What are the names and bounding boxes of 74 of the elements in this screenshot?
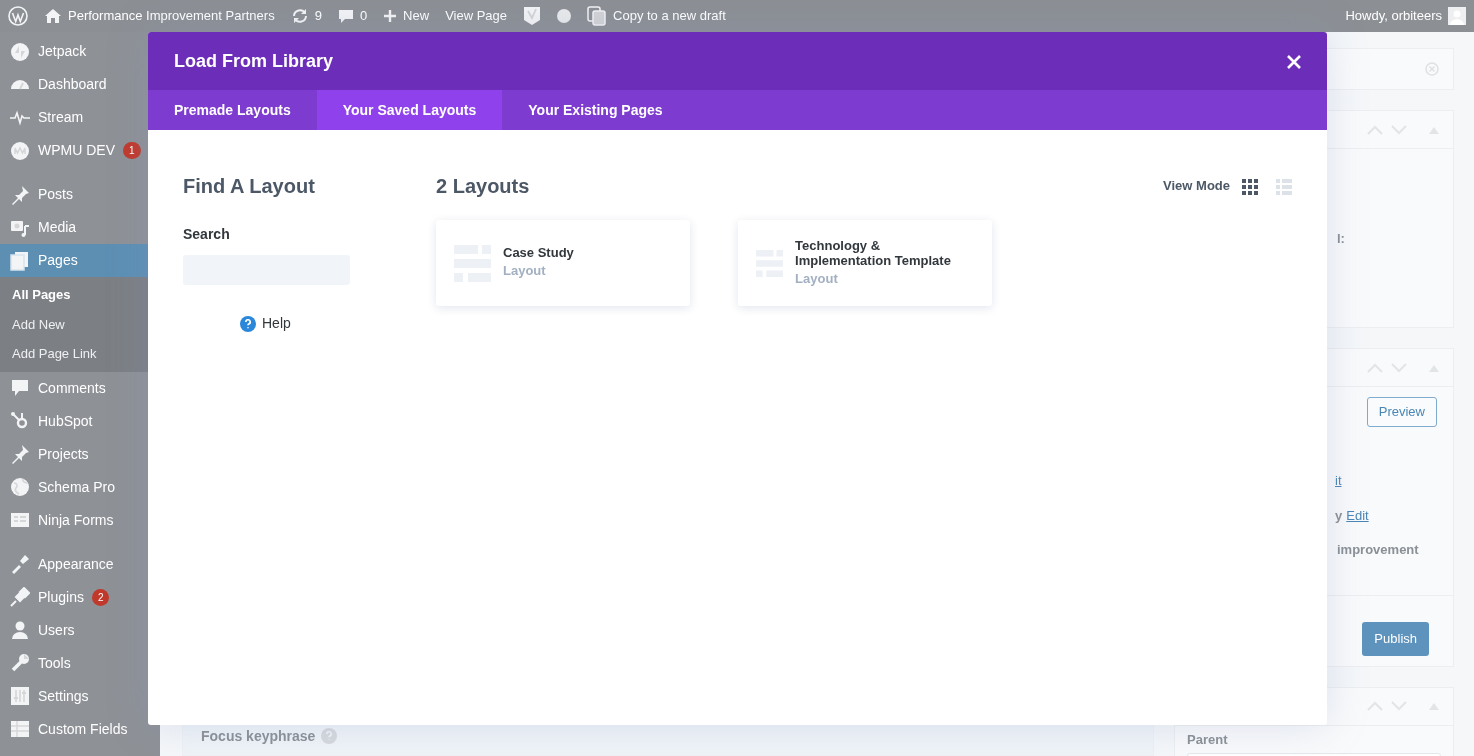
section-heading: 2 Layouts — [436, 174, 530, 198]
sliders-icon — [10, 686, 30, 706]
sidebar-item[interactable]: Tools — [0, 646, 160, 680]
account-link[interactable]: Howdy, orbiteers — [1345, 6, 1442, 26]
layout-card[interactable]: Case Study Layout — [436, 220, 690, 306]
layout-card[interactable]: Technology & Implementation Template Layout — [738, 220, 992, 306]
comments-count[interactable]: 0 — [359, 6, 368, 26]
brush-icon — [10, 554, 30, 574]
sidebar-item[interactable]: Appearance — [0, 547, 160, 581]
fragment-text: y — [1335, 507, 1343, 525]
sidebar-item[interactable]: Jetpack — [0, 35, 160, 68]
fragment-text: l: — [1337, 230, 1346, 248]
publish-button[interactable]: Publish — [1362, 622, 1429, 656]
tab[interactable]: Your Existing Pages — [502, 90, 689, 130]
layout-name: Case Study — [503, 245, 574, 262]
site-name-link[interactable]: Performance Improvement Partners — [68, 6, 275, 26]
status-dot-icon — [557, 9, 572, 23]
preview-button[interactable]: Preview — [1366, 397, 1437, 427]
edit-link[interactable]: it — [1335, 470, 1453, 490]
view-mode-label: View Mode — [1163, 177, 1230, 196]
layout-type: Layout — [795, 269, 839, 288]
edit-link[interactable]: Edit — [1346, 506, 1369, 526]
wrench-icon — [10, 653, 30, 673]
fragment-text: improvement — [1337, 540, 1420, 559]
chevron-up-icon[interactable] — [1367, 124, 1383, 135]
count-badge: 1 — [123, 142, 141, 159]
pin-icon — [10, 444, 30, 464]
user-icon — [10, 620, 30, 640]
new-link[interactable]: New — [403, 6, 430, 26]
sidebar-item[interactable]: Comments — [0, 371, 160, 405]
logo-circle-icon — [10, 140, 30, 161]
field-label: Focus keyphrase — [201, 726, 316, 746]
sidebar-item[interactable]: Schema Pro — [0, 470, 160, 504]
home-icon — [44, 8, 62, 24]
form-icon — [10, 510, 30, 530]
help-icon[interactable] — [240, 315, 256, 332]
comment-icon — [337, 8, 354, 24]
help-icon — [321, 728, 338, 744]
table-icon — [10, 719, 30, 739]
chevron-up-icon[interactable] — [1367, 362, 1383, 373]
refresh-icon — [290, 7, 309, 25]
count-badge: 2 — [91, 588, 110, 606]
sidebar-item[interactable]: Ninja Forms — [0, 503, 160, 537]
view-page-link[interactable]: View Page — [445, 6, 508, 26]
field-label: Search — [183, 225, 231, 244]
sidebar-item[interactable]: Posts — [0, 178, 160, 211]
plus-icon — [383, 9, 398, 23]
pages-icon — [10, 250, 30, 271]
sidebar-item[interactable]: Users — [0, 613, 160, 647]
section-heading: Find A Layout — [183, 174, 316, 198]
help-link[interactable]: Help — [262, 313, 291, 334]
sidebar-item[interactable]: Plugins 2 — [0, 580, 160, 614]
pin-icon — [10, 184, 30, 205]
copy-icon — [587, 6, 608, 26]
hub-icon — [10, 411, 30, 431]
sidebar-item[interactable]: Custom Fields — [0, 712, 160, 746]
shield-icon[interactable] — [523, 6, 542, 26]
modal-title: Load From Library — [174, 49, 334, 73]
comment-icon — [10, 378, 30, 398]
updates-count[interactable]: 9 — [314, 6, 322, 26]
sidebar-item[interactable]: Settings — [0, 679, 160, 713]
clear-icon[interactable] — [1425, 62, 1439, 76]
sidebar-item[interactable]: Projects — [0, 437, 160, 471]
layout-name: Technology & Implementation Template — [795, 237, 952, 269]
layout-type: Layout — [503, 262, 547, 281]
sidebar-item[interactable]: HubSpot — [0, 404, 160, 438]
avatar-icon[interactable] — [1448, 7, 1466, 25]
globe-icon — [10, 477, 30, 497]
wordpress-logo-icon[interactable] — [8, 6, 28, 26]
sidebar-item[interactable]: WPMU DEV 1 — [0, 134, 160, 167]
sidebar-item[interactable]: Media — [0, 211, 160, 244]
field-label: Parent — [1187, 730, 1229, 749]
tab[interactable]: Your Saved Layouts — [316, 90, 503, 130]
copy-draft-link[interactable]: Copy to a new draft — [613, 6, 726, 26]
